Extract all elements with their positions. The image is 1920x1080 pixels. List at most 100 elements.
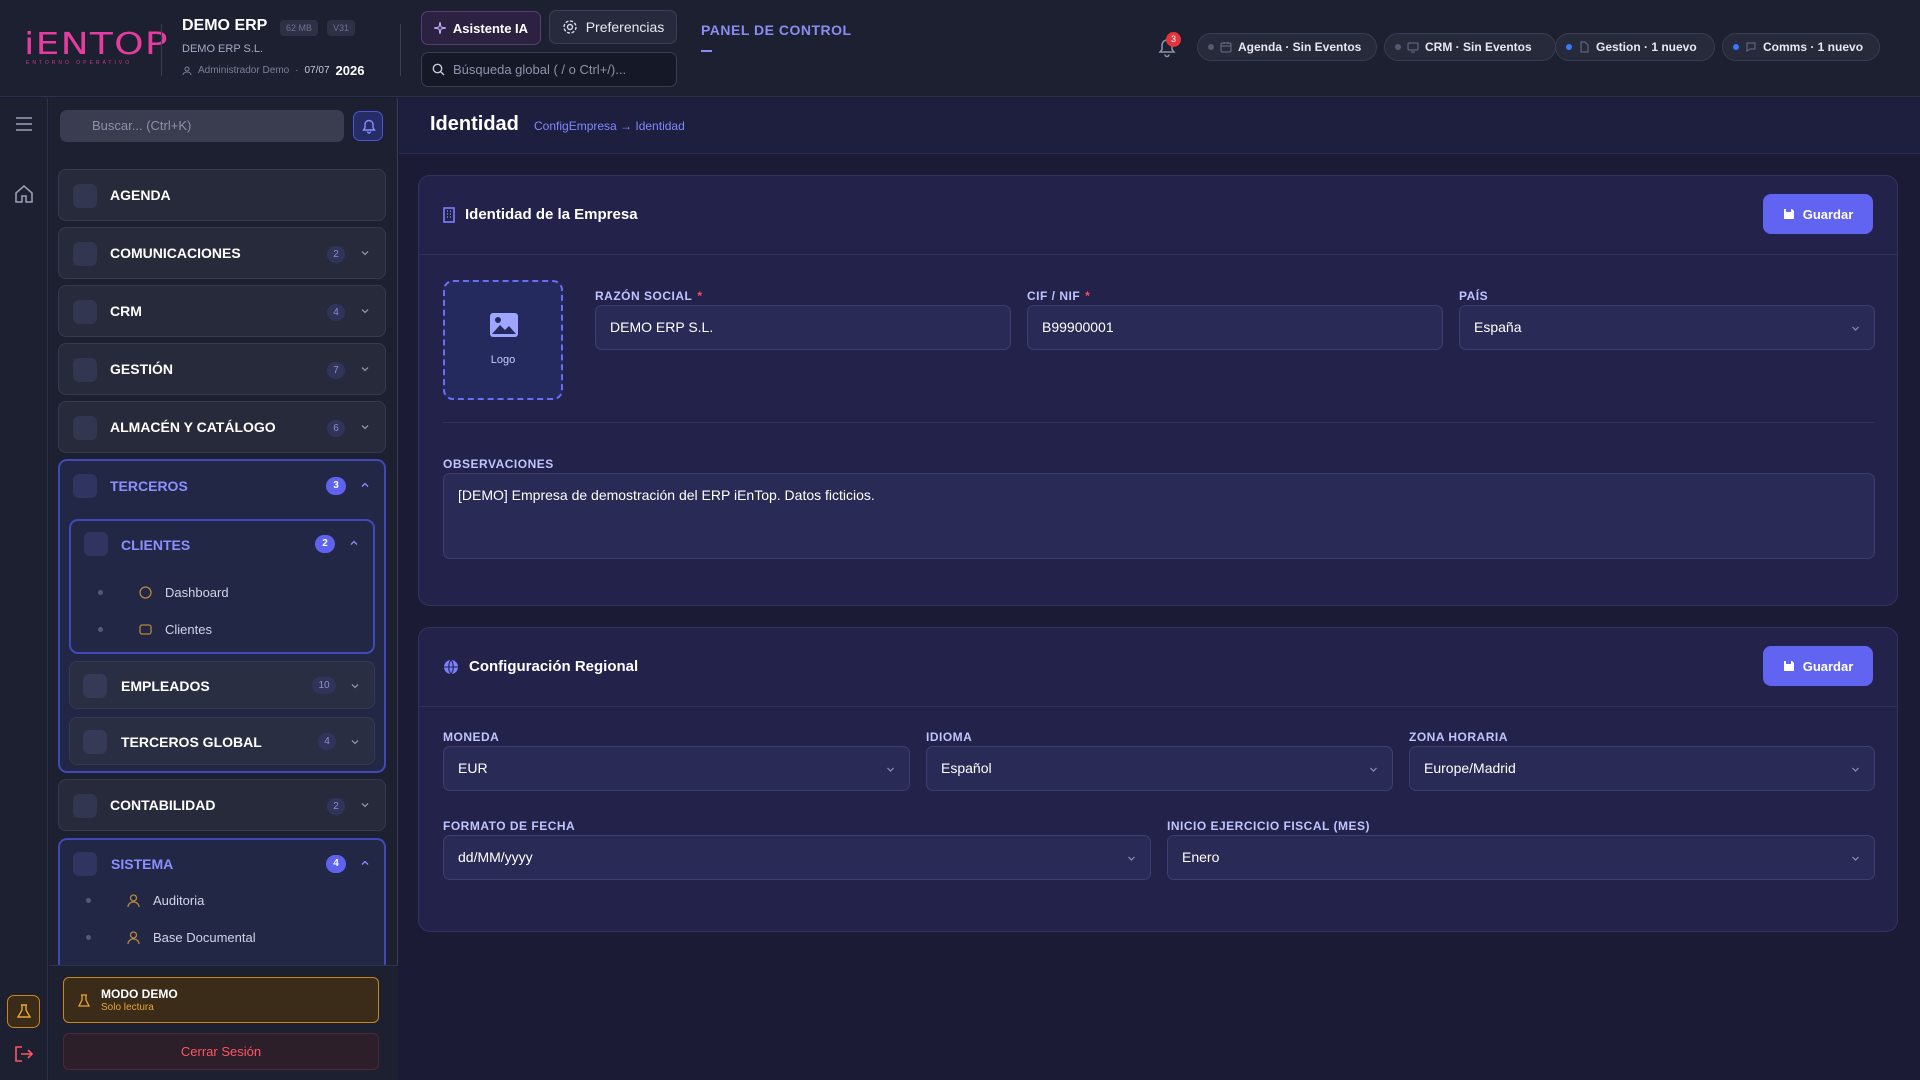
- sidebar-group-sistema: SISTEMA 4 Auditoria Base Documental: [58, 838, 386, 968]
- logout-button[interactable]: Cerrar Sesión: [63, 1033, 379, 1070]
- calendar-icon: [1220, 42, 1232, 53]
- zona-horaria-value: Europe/Madrid: [1424, 760, 1516, 776]
- menu-icon[interactable]: [15, 117, 33, 131]
- size-chip: 62 MB: [280, 20, 319, 36]
- sidebar-item-clientes[interactable]: CLIENTES 2: [71, 521, 373, 567]
- preferences-button[interactable]: Preferencias: [549, 10, 677, 44]
- home-icon[interactable]: [14, 184, 34, 203]
- audit-icon: [127, 894, 140, 908]
- sidebar-item-terceros[interactable]: TERCEROS 3: [60, 461, 384, 511]
- flask-icon: [17, 1004, 31, 1018]
- sidebar-item-agenda[interactable]: AGENDA: [58, 169, 386, 221]
- gestion-status-pill[interactable]: Gestion · 1 nuevo: [1555, 33, 1715, 61]
- save-button[interactable]: Guardar: [1763, 646, 1873, 686]
- image-icon: [490, 313, 518, 337]
- sidebar-item-contabilidad[interactable]: CONTABILIDAD 2: [58, 779, 386, 831]
- count-badge: 2: [315, 535, 335, 553]
- sidebar-item-label: AGENDA: [110, 187, 171, 203]
- pais-select[interactable]: España: [1459, 305, 1875, 350]
- sidebar-item-terceros-global[interactable]: TERCEROS GLOBAL 4: [69, 717, 375, 765]
- count-badge: 6: [327, 420, 345, 437]
- sidebar-item-label: Clientes: [165, 622, 212, 637]
- ai-assistant-button[interactable]: Asistente IA: [421, 11, 541, 45]
- sidebar-item-label: SISTEMA: [111, 856, 174, 872]
- sidebar-item-dashboard[interactable]: Dashboard: [98, 585, 229, 600]
- count-badge: 3: [326, 477, 346, 495]
- breadcrumb[interactable]: ConfigEmpresa → Identidad: [534, 119, 685, 133]
- logo-subtitle: ENTORNO OPERATIVO: [26, 60, 133, 66]
- status-dot: [1395, 44, 1401, 50]
- sidebar-item-label: GESTIÓN: [110, 361, 174, 377]
- sidebar-item-comunicaciones[interactable]: COMUNICACIONES 2: [58, 227, 386, 279]
- save-button[interactable]: Guardar: [1763, 194, 1873, 234]
- sidebar-item-clientes-list[interactable]: Clientes: [98, 622, 212, 637]
- moneda-select[interactable]: EUR: [443, 746, 910, 791]
- demo-mode-button[interactable]: [7, 995, 40, 1028]
- global-search-input[interactable]: Búsqueda global ( / o Ctrl+/)...: [421, 52, 677, 87]
- count-badge: 4: [326, 855, 346, 873]
- terceros-icon: [73, 474, 97, 498]
- panel-title[interactable]: PANEL DE CONTROL: [701, 22, 852, 38]
- idioma-select[interactable]: Español: [926, 746, 1393, 791]
- identity-card: Identidad de la Empresa Guardar Logo RAZ…: [418, 175, 1898, 606]
- ejercicio-fiscal-select[interactable]: Enero: [1167, 835, 1875, 880]
- company-name: DEMO ERP S.L.: [182, 43, 264, 55]
- sidebar-item-empleados[interactable]: EMPLEADOS 10: [69, 661, 375, 709]
- sidebar-search-input[interactable]: Buscar... (Ctrl+K): [60, 110, 344, 142]
- cif-field[interactable]: B99900001: [1027, 305, 1443, 350]
- user-icon: [182, 66, 192, 75]
- separator-dot: ·: [295, 65, 299, 76]
- razon-social-label-text: RAZÓN SOCIAL: [595, 289, 693, 303]
- divider: [443, 422, 1875, 423]
- razon-social-field[interactable]: DEMO ERP S.L.: [595, 305, 1011, 350]
- monitor-icon: [1407, 42, 1419, 53]
- cif-label-text: CIF / NIF: [1027, 289, 1081, 303]
- status-dot: [1208, 44, 1214, 50]
- formato-fecha-select[interactable]: dd/MM/yyyy: [443, 835, 1151, 880]
- contabilidad-icon: [73, 794, 97, 818]
- sidebar-notifications-button[interactable]: [353, 111, 383, 141]
- almacen-icon: [73, 416, 97, 440]
- current-year: 2026: [335, 63, 365, 78]
- sidebar-item-label: CRM: [110, 303, 142, 319]
- required-mark: *: [697, 289, 703, 303]
- demo-mode-subtitle: Solo lectura: [101, 1002, 154, 1013]
- divider: [161, 24, 162, 76]
- ejercicio-fiscal-label: INICIO EJERCICIO FISCAL (MES): [1167, 819, 1370, 833]
- brand-logo[interactable]: iENTOP ENTORNO OPERATIVO: [24, 30, 167, 67]
- zona-horaria-select[interactable]: Europe/Madrid: [1409, 746, 1875, 791]
- sidebar-item-auditoria[interactable]: Auditoria: [86, 893, 204, 908]
- logout-icon[interactable]: [14, 1045, 34, 1063]
- idioma-label: IDIOMA: [926, 730, 973, 744]
- agenda-status-pill[interactable]: Agenda · Sin Eventos: [1197, 33, 1377, 61]
- sidebar-item-sistema[interactable]: SISTEMA 4: [60, 840, 384, 888]
- count-badge: 10: [312, 677, 336, 694]
- count-badge: 2: [327, 798, 345, 815]
- sidebar-item-almacen[interactable]: ALMACÉN Y CATÁLOGO 6: [58, 401, 386, 453]
- count-badge: 2: [327, 246, 345, 263]
- sidebar: Buscar... (Ctrl+K) AGENDA COMUNICACIONES…: [49, 98, 398, 1080]
- icon-rail: [0, 98, 48, 1080]
- sparkle-icon: [433, 22, 446, 34]
- comms-status-pill[interactable]: Comms · 1 nuevo: [1722, 33, 1880, 61]
- chevron-down-icon: [1852, 767, 1859, 772]
- sidebar-item-base-documental[interactable]: Base Documental: [86, 930, 256, 945]
- sidebar-item-gestion[interactable]: GESTIÓN 7: [58, 343, 386, 395]
- card-header: Configuración Regional Guardar: [419, 628, 1897, 707]
- user-name: Administrador Demo: [198, 65, 290, 76]
- sidebar-item-label: Auditoria: [153, 893, 205, 908]
- chevron-down-icon: [1128, 856, 1135, 861]
- ejercicio-fiscal-value: Enero: [1182, 849, 1220, 865]
- crm-status-pill[interactable]: CRM · Sin Eventos: [1384, 33, 1556, 61]
- logo-upload[interactable]: Logo: [443, 280, 563, 400]
- moneda-label: MONEDA: [443, 730, 500, 744]
- divider: [400, 24, 401, 76]
- bullet: [98, 627, 103, 632]
- sidebar-item-crm[interactable]: CRM 4: [58, 285, 386, 337]
- user-line: Administrador Demo · 07/07 2026: [182, 63, 364, 78]
- sidebar-item-label: EMPLEADOS: [121, 678, 210, 694]
- card-header: Identidad de la Empresa Guardar: [419, 176, 1897, 255]
- save-icon: [1783, 661, 1794, 671]
- chevron-down-icon: [887, 767, 894, 772]
- observaciones-textarea[interactable]: [DEMO] Empresa de demostración del ERP i…: [443, 473, 1875, 559]
